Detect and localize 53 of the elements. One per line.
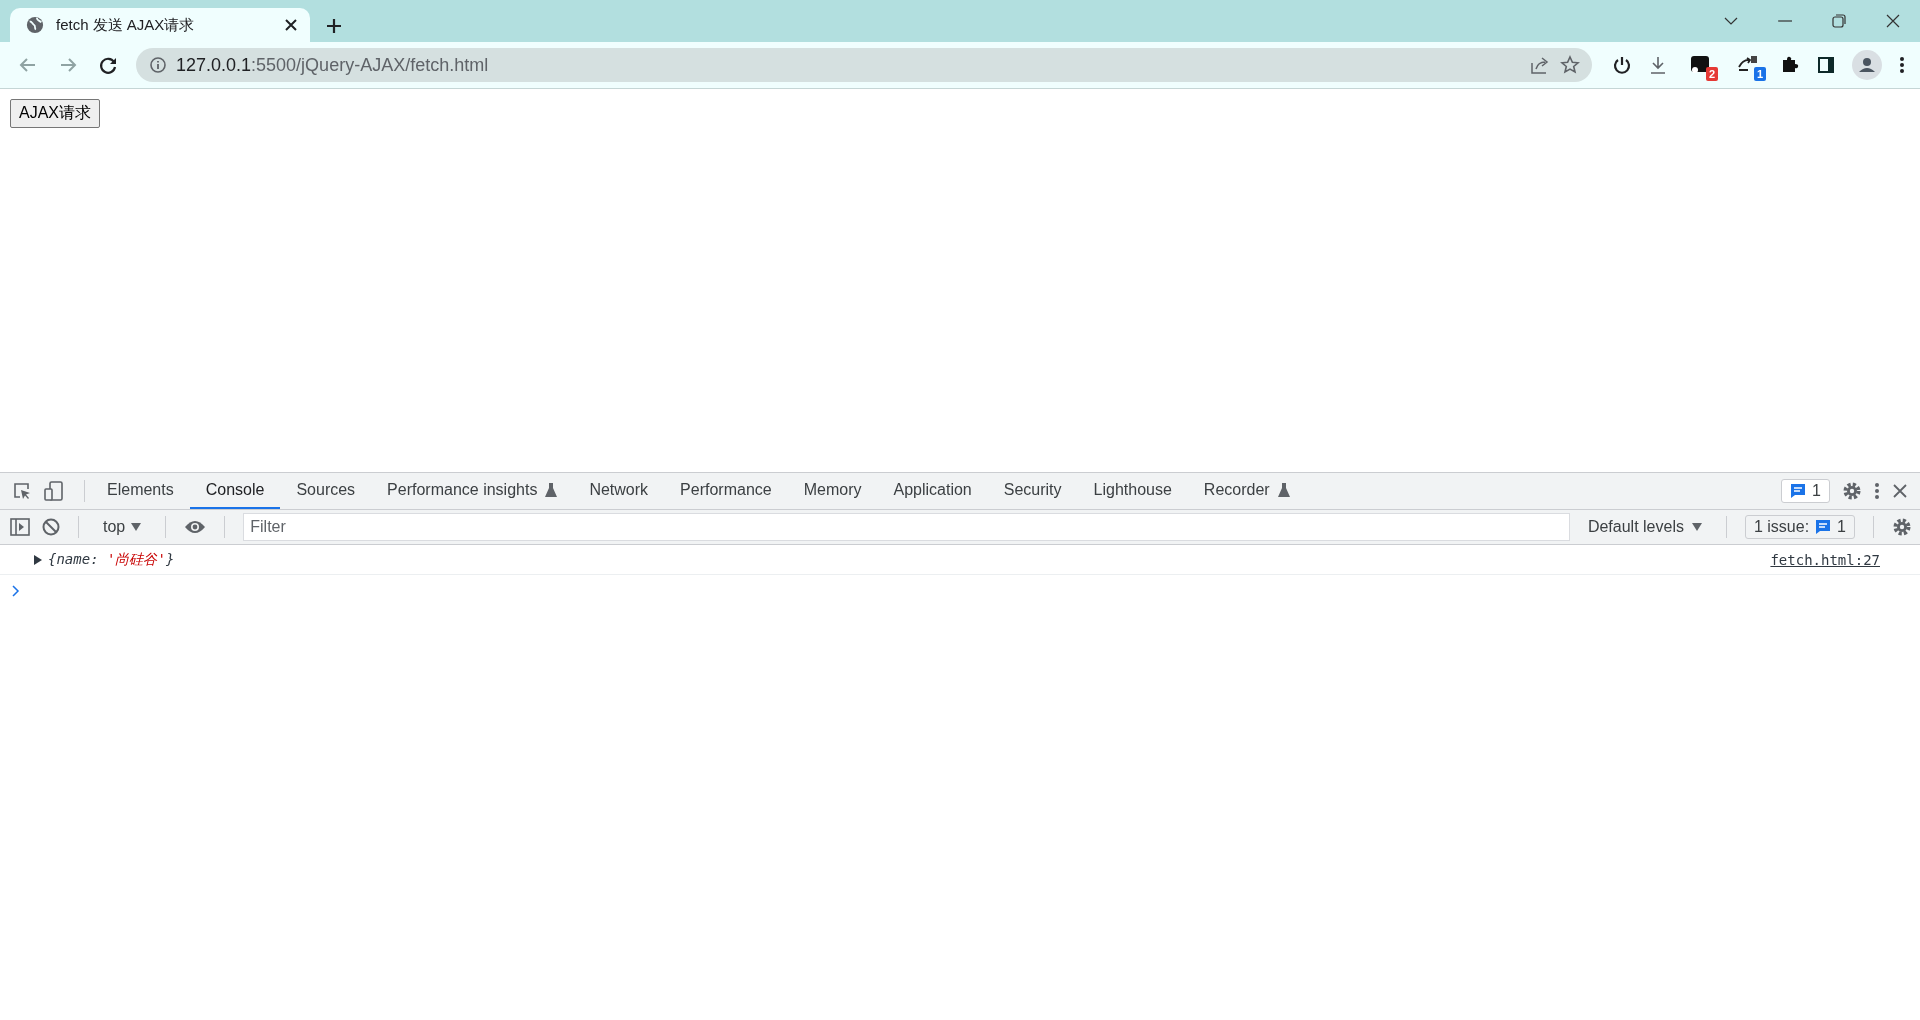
message-icon xyxy=(1815,519,1832,535)
sidebar-toggle-icon[interactable] xyxy=(10,518,30,536)
side-panel-icon[interactable] xyxy=(1816,55,1836,75)
devtools-tab[interactable]: Performance insights xyxy=(371,473,574,509)
dropdown-arrow-icon xyxy=(131,523,142,531)
devtools-tab[interactable]: Performance xyxy=(664,473,788,509)
plus-icon[interactable] xyxy=(326,18,342,34)
message-icon xyxy=(1790,483,1807,499)
clear-console-icon[interactable] xyxy=(42,518,60,536)
settings-icon[interactable] xyxy=(1892,517,1912,537)
devtools-tab[interactable]: Recorder xyxy=(1187,473,1306,509)
profile-avatar-icon[interactable] xyxy=(1852,50,1882,80)
messages-counter[interactable]: 1 xyxy=(1781,479,1830,503)
share-icon[interactable] xyxy=(1530,55,1550,75)
star-icon[interactable] xyxy=(1560,55,1580,75)
eye-icon[interactable] xyxy=(184,520,207,534)
power-icon[interactable] xyxy=(1612,55,1632,75)
info-icon xyxy=(150,57,166,73)
notification-badge: 2 xyxy=(1705,67,1718,81)
filter-field[interactable]: Filter xyxy=(243,513,1570,541)
app-extension-icon[interactable] xyxy=(1690,55,1710,75)
globe-icon xyxy=(26,16,44,34)
device-toolbar-icon[interactable] xyxy=(44,481,64,501)
context-dropdown[interactable]: top xyxy=(97,518,148,536)
devtools-tab[interactable]: Sources xyxy=(280,473,372,509)
inspect-element-icon[interactable] xyxy=(12,481,32,501)
url-text: 127.0.0.1:5500/jQuery-AJAX/fetch.html xyxy=(176,54,490,76)
issues-button[interactable]: 1 issue: 1 xyxy=(1744,515,1855,539)
expand-triangle-icon[interactable] xyxy=(34,554,42,565)
devtools-tab[interactable]: Elements xyxy=(91,473,190,509)
flask-icon xyxy=(545,483,558,497)
devtools-tab[interactable]: Application xyxy=(877,473,988,509)
devtools-tab[interactable]: Memory xyxy=(787,473,878,509)
more-options-icon[interactable] xyxy=(1874,482,1880,500)
address-bar[interactable]: 127.0.0.1:5500/jQuery-AJAX/fetch.html xyxy=(136,48,1592,82)
tab-title: fetch 发送 AJAX请求 xyxy=(56,15,196,35)
menu-icon[interactable] xyxy=(1898,55,1906,75)
dropdown-arrow-icon xyxy=(1691,523,1702,531)
source-link[interactable]: fetch.html:27 xyxy=(1770,551,1880,568)
puzzle-icon[interactable] xyxy=(1780,55,1800,75)
notification-badge: 1 xyxy=(1753,67,1766,81)
log-levels-dropdown[interactable]: Default levels xyxy=(1581,518,1708,536)
settings-icon[interactable] xyxy=(1842,481,1862,501)
prompt-chevron-icon xyxy=(12,585,20,597)
devtools-tab[interactable]: Security xyxy=(987,473,1078,509)
flask-icon xyxy=(1277,483,1290,497)
devtools-tab[interactable]: Lighthouse xyxy=(1077,473,1188,509)
ajax-request-button[interactable]: AJAX请求 xyxy=(10,99,100,128)
devtools-tab[interactable]: Network xyxy=(573,473,665,509)
download-icon[interactable] xyxy=(1648,55,1668,75)
close-icon[interactable] xyxy=(284,18,298,32)
browser-tab[interactable]: fetch 发送 AJAX请求 xyxy=(10,8,310,42)
logged-object: {name: '尚硅谷'} xyxy=(48,550,176,569)
